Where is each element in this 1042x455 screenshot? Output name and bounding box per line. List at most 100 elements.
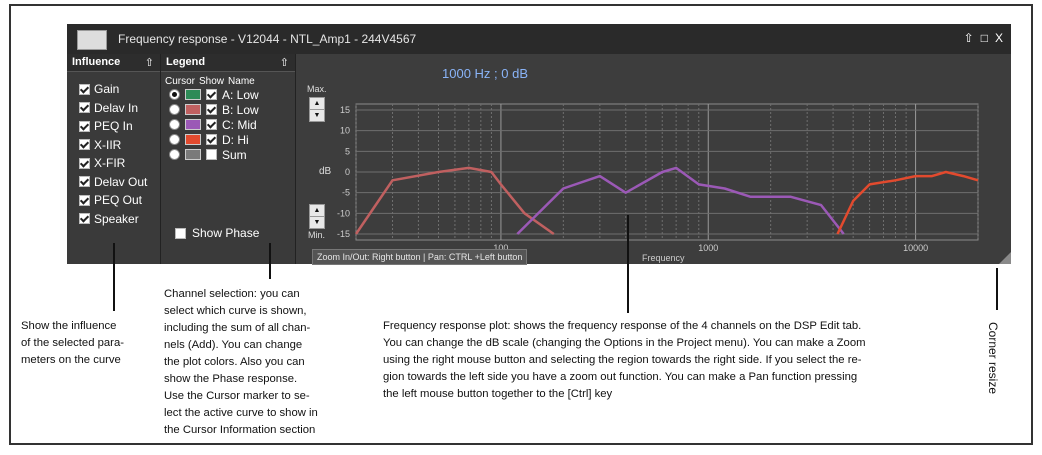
pin-icon[interactable]: ⇧ [964,31,974,45]
influence-checkbox[interactable] [79,194,90,206]
pin-icon[interactable]: ⇧ [145,56,154,69]
influence-checkbox[interactable] [79,213,90,225]
influence-label: Gain [94,82,120,97]
influence-item[interactable]: PEQ Out [79,191,160,210]
legend-channel-row: B: Low [161,102,295,117]
legend-channel-list: A: Low B: Low C: Mid D: Hi Sum [161,87,295,162]
y-tick-label: -10 [337,208,350,218]
influence-checkbox[interactable] [79,120,90,132]
influence-item[interactable]: PEQ In [79,117,160,136]
y-tick-label: -5 [342,188,350,198]
callout-line: Show the influence [21,320,117,332]
callout-line: Use the Cursor marker to se- [164,390,310,402]
callout-line: the plot colors. Also you can [164,356,305,368]
x-axis-label: Frequency [642,253,685,263]
frequency-callout: Frequency response plot: shows the frequ… [383,318,866,403]
close-icon[interactable]: X [995,31,1003,45]
callout-line: gion towards the left side you have a zo… [383,371,858,383]
show-checkbox[interactable] [206,119,217,130]
legend-header: Legend ⇧ [161,54,295,72]
color-swatch[interactable] [185,119,201,130]
window-title: Frequency response - V12044 - NTL_Amp1 -… [118,32,417,46]
callout-line: using the right mouse button and selecti… [383,354,862,366]
legend-title: Legend [166,56,206,68]
influence-title: Influence [72,56,121,68]
influence-item[interactable]: Gain [79,80,160,99]
influence-panel: Influence ⇧ Gain Delav In PEQ In X-IIR X-FIR… [67,54,161,264]
cursor-radio[interactable] [169,104,180,115]
legend-channel-row: A: Low [161,87,295,102]
color-swatch[interactable] [185,149,201,160]
legend-column-headers: Cursor Show Name [161,72,295,87]
cursor-readout: 1000 Hz ; 0 dB [442,66,528,81]
color-swatch[interactable] [185,134,201,145]
title-bar: Frequency response - V12044 - NTL_Amp1 -… [67,24,1011,54]
corner-callout-line [996,268,998,310]
influence-label: X-FIR [94,156,126,171]
show-phase-checkbox[interactable]: Show Phase [175,226,259,240]
y-tick-label: -15 [337,229,350,239]
callout-line: Channel selection: you can [164,288,300,300]
corner-resize-callout: Corner resize [986,322,1000,395]
y-tick-label: 15 [340,105,350,115]
show-checkbox[interactable] [206,89,217,100]
show-checkbox[interactable] [206,134,217,145]
legend-panel: Legend ⇧ Cursor Show Name A: Low B: Low C:… [161,54,296,264]
x-tick-label: 1000 [698,243,718,253]
influence-item[interactable]: Delav In [79,99,160,118]
x-tick-label: 10000 [903,243,928,253]
influence-label: PEQ In [94,119,133,134]
show-phase-box[interactable] [175,227,186,239]
influence-item[interactable]: X-FIR [79,154,160,173]
col-show: Show [199,76,225,87]
influence-label: Delav Out [94,174,148,189]
influence-checkbox[interactable] [79,139,90,151]
show-phase-label: Show Phase [192,226,260,240]
color-swatch[interactable] [185,104,201,115]
influence-checkbox[interactable] [79,157,90,169]
y-tick-label: 5 [345,146,350,156]
maximize-icon[interactable]: □ [981,31,988,45]
callout-line: the left mouse button together to the [C… [383,388,613,400]
channel-name: D: Hi [222,132,249,147]
influence-header: Influence ⇧ [67,54,160,72]
influence-item[interactable]: X-IIR [79,136,160,155]
callout-line: of the selected para- [21,337,124,349]
corner-resize-grip[interactable] [997,250,1011,264]
channel-name: B: Low [222,102,259,117]
cursor-radio[interactable] [169,149,180,160]
influence-callout-line [113,243,115,311]
pin-icon[interactable]: ⇧ [280,56,289,69]
col-name: Name [228,76,255,87]
influence-label: Delav In [94,100,139,115]
channel-callout: Channel selection: you can select which c… [164,286,318,439]
window-controls: ⇧ □ X [964,31,1003,45]
influence-item[interactable]: Speaker [79,210,160,229]
influence-checkbox[interactable] [79,83,90,95]
channel-name: Sum [222,147,247,162]
cursor-radio[interactable] [169,89,180,100]
callout-line: nels (Add). You can change [164,339,303,351]
channel-name: C: Mid [222,117,257,132]
app-icon [77,30,107,50]
influence-checkbox[interactable] [79,102,90,114]
color-swatch[interactable] [185,89,201,100]
callout-line: You can change the dB scale (changing th… [383,337,866,349]
callout-line: the Cursor Information section [164,424,316,436]
influence-callout: Show the influence of the selected para-… [21,318,151,369]
frequency-plot-area[interactable]: Max. ▲ ▼ dB ▲ ▼ Min. 1000 Hz ; 0 dB 15 10… [298,54,1011,265]
channel-callout-line [269,243,271,279]
callout-line: Frequency response plot: shows the frequ… [383,320,862,332]
influence-checkbox[interactable] [79,176,90,188]
show-checkbox[interactable] [206,149,217,160]
frequency-chart[interactable]: 1000 Hz ; 0 dB 151050-5-10-15 100 1000 100… [298,54,1011,264]
y-tick-label: 10 [340,126,350,136]
influence-item[interactable]: Delav Out [79,173,160,192]
frequency-response-window: Frequency response - V12044 - NTL_Amp1 -… [67,24,1011,265]
callout-line: select which curve is shown, [164,305,307,317]
cursor-radio[interactable] [169,119,180,130]
legend-channel-row: D: Hi [161,132,295,147]
cursor-radio[interactable] [169,134,180,145]
callout-line: lect the active curve to show in [164,407,318,419]
show-checkbox[interactable] [206,104,217,115]
